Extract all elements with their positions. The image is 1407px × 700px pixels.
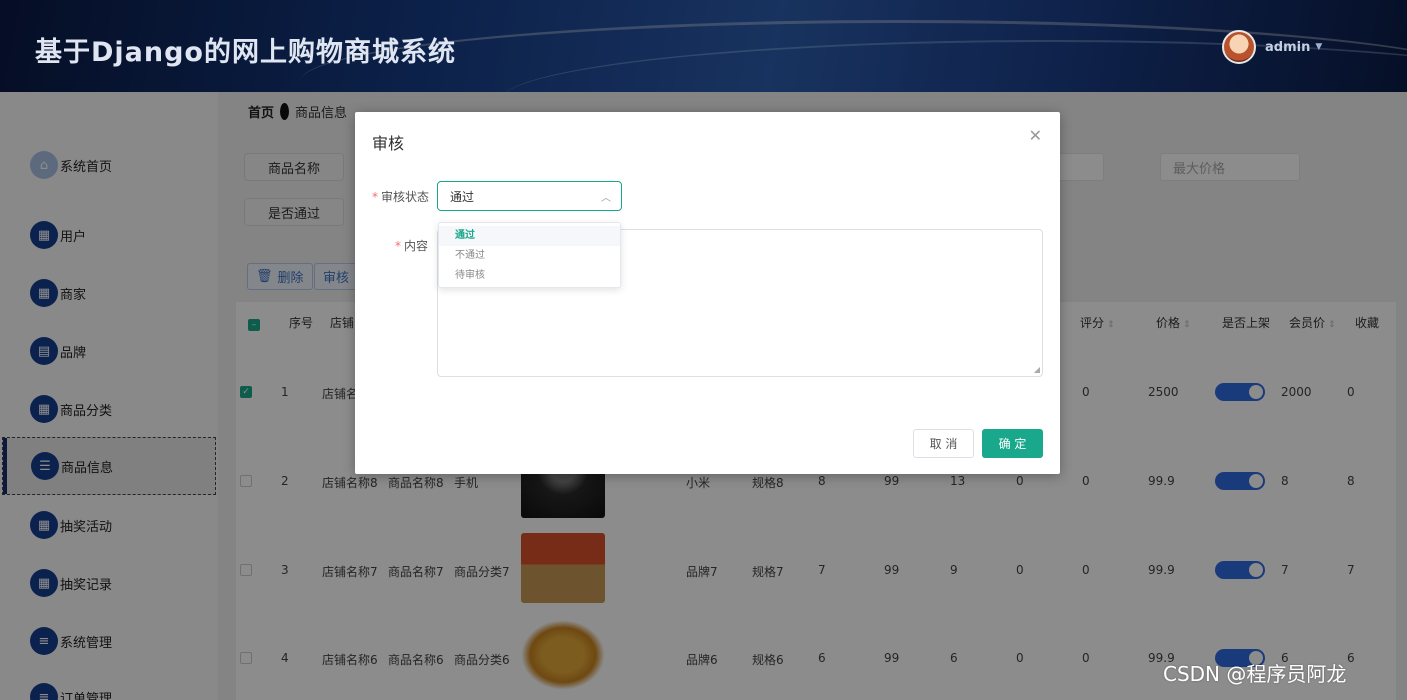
user-name[interactable]: admin — [1265, 40, 1310, 55]
watermark: CSDN @程序员阿龙 — [1163, 662, 1347, 686]
audit-dialog: 审核 ✕ *审核状态 通过 ︿ *内容 ◢ 通过 不通过 待审核 I 取 消 确… — [355, 112, 1060, 474]
resize-handle-icon[interactable]: ◢ — [1034, 365, 1040, 374]
avatar[interactable] — [1222, 30, 1256, 64]
status-label: * 审核状态 — [372, 188, 429, 205]
option-pass[interactable]: 通过 — [439, 226, 620, 246]
status-dropdown: 通过 不通过 待审核 — [438, 222, 621, 288]
app-title: 基于Django的网上购物商城系统 — [35, 37, 456, 68]
status-select-value: 通过 — [450, 189, 475, 204]
user-menu[interactable]: admin ▼ — [1222, 30, 1322, 64]
content-label-text: 内容 — [404, 239, 429, 253]
required-mark: * — [395, 239, 401, 253]
caret-down-icon[interactable]: ▼ — [1315, 42, 1322, 52]
close-icon[interactable]: ✕ — [1029, 126, 1042, 145]
content-label: * 内容 — [395, 237, 428, 254]
chevron-up-icon: ︿ — [601, 193, 611, 204]
status-label-text: 审核状态 — [381, 190, 430, 204]
cancel-button[interactable]: 取 消 — [913, 429, 974, 458]
option-pending[interactable]: 待审核 — [439, 266, 620, 286]
confirm-button[interactable]: 确 定 — [982, 429, 1043, 458]
dialog-title: 审核 — [372, 134, 405, 153]
option-reject[interactable]: 不通过 — [439, 246, 620, 266]
status-select[interactable]: 通过 ︿ — [437, 181, 622, 211]
required-mark: * — [372, 190, 378, 204]
